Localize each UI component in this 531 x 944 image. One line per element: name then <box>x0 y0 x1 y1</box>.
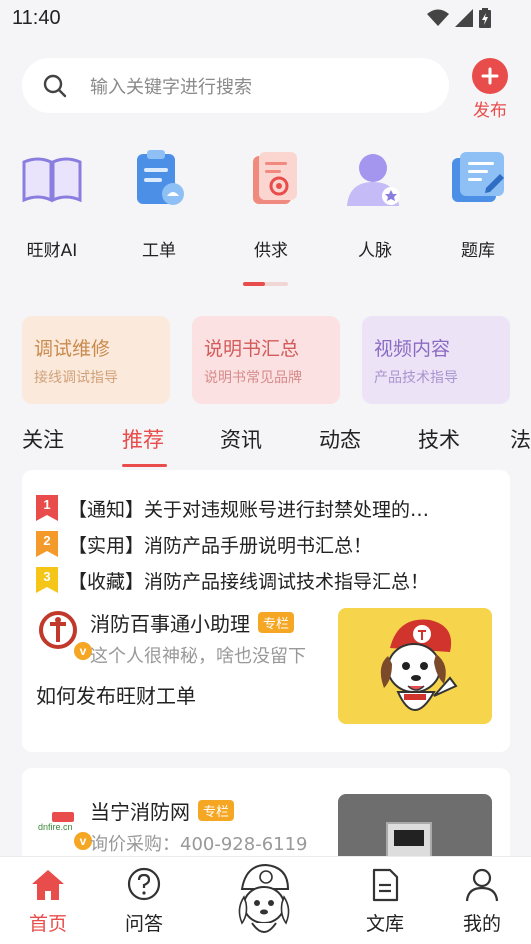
mascot-icon <box>238 863 290 933</box>
author-name: 消防百事通小助理 专栏 <box>90 608 295 637</box>
nav-library[interactable]: 文库 <box>345 867 425 936</box>
quick-card-manuals[interactable]: 说明书汇总 说明书常见品牌 <box>192 316 340 404</box>
tab-tech[interactable]: 技术 <box>418 424 460 454</box>
post-title[interactable]: 如何发布旺财工单 <box>36 680 196 709</box>
nav-qa[interactable]: 问答 <box>104 867 184 936</box>
document-icon <box>372 868 399 902</box>
quick-card-subtitle: 产品技术指导 <box>374 370 458 386</box>
tab-law[interactable]: 法 <box>510 424 531 454</box>
notice-item[interactable]: 3 【收藏】消防产品接线调试技术指导汇总！ <box>36 566 429 594</box>
category-label: 工单 <box>142 241 176 261</box>
feed-card: 1 【通知】关于对违规账号进行封禁处理的… 2 【实用】消防产品手册说明书汇总！… <box>22 470 510 752</box>
quick-card-title: 视频内容 <box>374 338 451 360</box>
book-icon <box>22 157 82 203</box>
mascot-illustration <box>380 619 458 711</box>
nav-label: 文库 <box>365 913 404 935</box>
battery-icon <box>479 8 491 28</box>
category-label: 题库 <box>461 241 495 261</box>
column-tag: 专栏 <box>258 612 295 633</box>
notice-text: 【收藏】消防产品接线调试技术指导汇总！ <box>68 570 430 593</box>
category-contacts[interactable]: 人脉 <box>330 148 420 261</box>
category-label: 人脉 <box>358 241 392 261</box>
notice-item[interactable]: 1 【通知】关于对违规账号进行封禁处理的… <box>36 494 429 522</box>
status-bar: 11:40 <box>0 0 531 36</box>
plus-icon <box>472 58 508 94</box>
person-icon <box>347 154 400 206</box>
author-name: 当宁消防网 专栏 <box>90 796 235 825</box>
search-icon <box>43 74 67 97</box>
question-bank-icon <box>452 152 504 202</box>
search-input[interactable]: 输入关键字进行搜索 <box>22 58 449 113</box>
category-supply-demand[interactable]: 供求 <box>226 148 316 261</box>
rank-badge: 1 <box>36 495 58 521</box>
category-wangcai-ai[interactable]: 旺财AI <box>7 148 97 261</box>
page-indicator <box>243 282 288 286</box>
question-icon <box>127 867 161 901</box>
clipboard-icon <box>137 150 184 205</box>
nav-home[interactable]: 首页 <box>8 867 88 936</box>
category-question-bank[interactable]: 题库 <box>433 148 523 261</box>
quick-card-title: 说明书汇总 <box>204 338 300 360</box>
column-tag: 专栏 <box>198 800 235 821</box>
rank-badge: 3 <box>36 567 58 593</box>
tab-follow[interactable]: 关注 <box>22 424 64 454</box>
publish-button[interactable]: 发布 <box>470 58 510 121</box>
category-label: 供求 <box>254 241 288 261</box>
quick-card-subtitle: 说明书常见品牌 <box>204 370 302 386</box>
quick-card-videos[interactable]: 视频内容 产品技术指导 <box>362 316 510 404</box>
notice-item[interactable]: 2 【实用】消防产品手册说明书汇总！ <box>36 530 372 558</box>
home-icon <box>32 870 64 900</box>
quick-card-subtitle: 接线调试指导 <box>34 370 118 386</box>
bottom-navigation: 首页 问答 文库 我的 <box>0 856 531 944</box>
nav-mascot[interactable] <box>224 861 304 941</box>
status-icons <box>427 8 491 28</box>
tab-news[interactable]: 资讯 <box>220 424 262 454</box>
quick-card-debug-repair[interactable]: 调试维修 接线调试指导 <box>22 316 170 404</box>
signal-icon <box>455 9 473 27</box>
active-tab-indicator <box>122 464 167 467</box>
tab-recommend[interactable]: 推荐 <box>122 424 164 454</box>
status-time: 11:40 <box>12 7 61 29</box>
post-thumbnail[interactable] <box>338 608 492 724</box>
feed-card: dnfire.cn v 当宁消防网 专栏 询价采购：400-928-6119 <box>22 768 510 868</box>
quick-card-title: 调试维修 <box>34 338 111 360</box>
feed-tabs: 关注 推荐 资讯 动态 技术 法 <box>0 424 531 470</box>
category-work-order[interactable]: 工单 <box>114 148 204 261</box>
tab-updates[interactable]: 动态 <box>319 424 361 454</box>
author-bio: 这个人很神秘，啥也没留下 <box>90 646 306 667</box>
profile-icon <box>465 868 499 902</box>
wifi-icon <box>427 9 449 26</box>
nav-label: 问答 <box>124 913 163 935</box>
svg-text:dnfire.cn: dnfire.cn <box>38 822 73 832</box>
search-placeholder: 输入关键字进行搜索 <box>90 76 252 98</box>
notice-text: 【实用】消防产品手册说明书汇总！ <box>68 534 373 557</box>
supply-demand-icon <box>253 152 297 204</box>
nav-label: 我的 <box>462 913 501 935</box>
category-grid: 旺财AI 工单 供求 人脉 题库 <box>0 148 531 268</box>
rank-badge: 2 <box>36 531 58 557</box>
nav-profile[interactable]: 我的 <box>442 867 522 936</box>
nav-label: 首页 <box>28 913 67 935</box>
category-label: 旺财AI <box>26 241 78 261</box>
notice-text: 【通知】关于对违规账号进行封禁处理的… <box>68 498 430 521</box>
publish-label: 发布 <box>473 101 507 121</box>
author-bio: 询价采购：400-928-6119 <box>90 834 308 855</box>
